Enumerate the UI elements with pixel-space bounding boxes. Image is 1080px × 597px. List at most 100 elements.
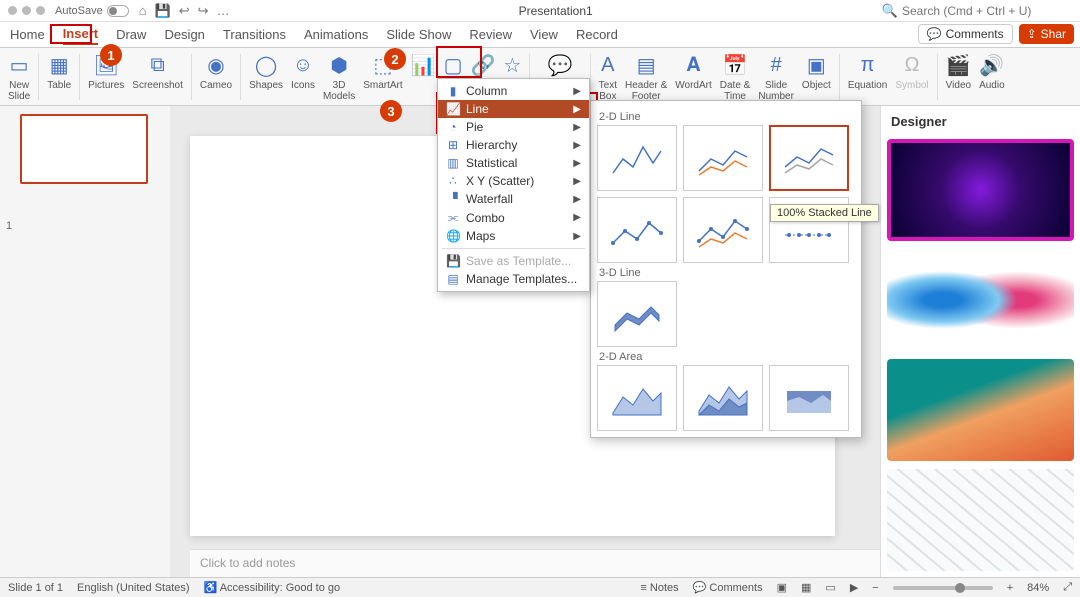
hierarchy-icon: ⊞ xyxy=(446,138,460,152)
chart-thumb-3d-line[interactable] xyxy=(597,281,677,347)
menu-item-scatter[interactable]: ∴X Y (Scatter)▶ xyxy=(438,172,589,190)
tab-view[interactable]: View xyxy=(530,25,558,44)
menu-item-manage-templates[interactable]: ▤Manage Templates... xyxy=(438,270,589,288)
toggle-icon[interactable] xyxy=(107,5,129,17)
equation-button[interactable]: πEquation xyxy=(844,50,891,91)
design-idea-3[interactable] xyxy=(887,359,1074,461)
view-slideshow-icon[interactable]: ▶ xyxy=(850,581,858,594)
share-icon: ⇪ xyxy=(1027,27,1037,41)
textbox-button[interactable]: AText Box xyxy=(595,50,621,102)
menu-item-column[interactable]: ▮Column▶ xyxy=(438,82,589,100)
cameo-icon: ◉ xyxy=(207,50,224,80)
slide-thumbnails-pane[interactable]: 1 xyxy=(0,106,170,577)
annotation-box-1 xyxy=(50,24,92,44)
view-reading-icon[interactable]: ▭ xyxy=(825,581,835,594)
tab-home[interactable]: Home xyxy=(10,25,45,44)
chevron-right-icon: ▶ xyxy=(573,104,581,115)
cameo-button[interactable]: ◉Cameo xyxy=(196,50,236,91)
view-normal-icon[interactable]: ▣ xyxy=(777,581,787,594)
share-button[interactable]: ⇪Shar xyxy=(1019,24,1074,44)
tab-transitions[interactable]: Transitions xyxy=(223,25,286,44)
tab-animations[interactable]: Animations xyxy=(304,25,368,44)
zoom-out-icon[interactable]: − xyxy=(872,582,878,594)
menu-item-save-template: 💾Save as Template... xyxy=(438,252,589,270)
menu-item-statistical[interactable]: ▥Statistical▶ xyxy=(438,154,589,172)
notes-pane[interactable]: Click to add notes xyxy=(190,549,880,577)
tab-slideshow[interactable]: Slide Show xyxy=(386,25,451,44)
chart-thumb-100-stacked-line[interactable] xyxy=(769,125,849,191)
header-footer-button[interactable]: ▤Header & Footer xyxy=(621,50,671,102)
window-controls[interactable] xyxy=(8,6,45,15)
chart-thumb-line[interactable] xyxy=(597,125,677,191)
statistical-icon: ▥ xyxy=(446,156,460,170)
calendar-icon: 📅 xyxy=(723,50,748,80)
zoom-value[interactable]: 84% xyxy=(1027,582,1049,594)
status-language[interactable]: English (United States) xyxy=(77,582,190,594)
fit-icon[interactable]: ⤢ xyxy=(1063,581,1072,594)
comments-button[interactable]: 💬Comments xyxy=(918,24,1013,44)
shapes-button[interactable]: ◯Shapes xyxy=(245,50,287,91)
3d-models-button[interactable]: ⬢3D Models xyxy=(319,50,359,102)
screenshot-button[interactable]: ⧉Screenshot xyxy=(128,50,187,91)
textbox-icon: A xyxy=(601,50,614,80)
chart-thumb-100-stacked-area[interactable] xyxy=(769,365,849,431)
design-idea-2[interactable] xyxy=(887,249,1074,351)
more-icon[interactable]: … xyxy=(217,3,230,19)
status-accessibility[interactable]: ♿ Accessibility: Good to go xyxy=(204,581,341,594)
annotation-badge-1: 1 xyxy=(100,44,122,66)
home-icon[interactable]: ⌂ xyxy=(139,3,147,19)
chart-thumb-stacked-line[interactable] xyxy=(683,125,763,191)
save-icon[interactable]: 💾 xyxy=(155,3,171,19)
slidenumber-button[interactable]: #Slide Number xyxy=(754,50,798,102)
save-icon: 💾 xyxy=(446,254,460,268)
datetime-button[interactable]: 📅Date & Time xyxy=(716,50,755,102)
menu-item-maps[interactable]: 🌐Maps▶ xyxy=(438,227,589,245)
object-button[interactable]: ▣Object xyxy=(798,50,835,91)
redo-icon[interactable]: ↪ xyxy=(198,3,209,19)
design-idea-1[interactable] xyxy=(887,139,1074,241)
table-button[interactable]: ▦Table xyxy=(43,50,75,91)
folder-icon: ▤ xyxy=(446,272,460,286)
chevron-right-icon: ▶ xyxy=(573,176,581,187)
status-notes[interactable]: ≡ Notes xyxy=(640,582,678,594)
chart-thumb-stacked-area[interactable] xyxy=(683,365,763,431)
annotation-badge-2: 2 xyxy=(384,48,406,70)
slide-thumbnail-1[interactable] xyxy=(20,114,148,184)
autosave-toggle[interactable]: AutoSave xyxy=(55,5,129,17)
screenshot-icon: ⧉ xyxy=(150,50,164,80)
annotation-box-2 xyxy=(436,46,482,78)
menu-item-pie[interactable]: ◔Pie▶ xyxy=(438,118,589,136)
symbol-button[interactable]: ΩSymbol xyxy=(891,50,932,91)
quick-access-toolbar[interactable]: ⌂ 💾 ↩ ↪ … xyxy=(139,3,230,19)
tab-record[interactable]: Record xyxy=(576,25,618,44)
search-input[interactable] xyxy=(902,4,1072,18)
zoom-in-icon[interactable]: + xyxy=(1007,582,1013,594)
audio-button[interactable]: 🔊Audio xyxy=(975,50,1009,91)
video-button[interactable]: 🎬Video xyxy=(942,50,975,91)
menu-item-waterfall[interactable]: ▝Waterfall▶ xyxy=(438,190,589,208)
chart-button[interactable]: 📊Chart xyxy=(407,50,440,91)
chart-thumb-area[interactable] xyxy=(597,365,677,431)
zoom-slider[interactable] xyxy=(893,586,993,590)
status-comments[interactable]: 💬 Comments xyxy=(693,581,763,594)
chart-thumb-stacked-line-markers[interactable] xyxy=(683,197,763,263)
star-icon: ☆ xyxy=(503,50,521,80)
tab-draw[interactable]: Draw xyxy=(116,25,146,44)
tab-review[interactable]: Review xyxy=(469,25,512,44)
design-idea-4[interactable] xyxy=(887,469,1074,571)
new-slide-button[interactable]: ▭New Slide xyxy=(4,50,34,102)
section-3d-line: 3-D Line xyxy=(599,267,853,279)
view-sorter-icon[interactable]: ▦ xyxy=(801,581,811,594)
icons-button[interactable]: ☺Icons xyxy=(287,50,319,91)
chart-icon: 📊 xyxy=(411,50,436,80)
menu-item-line[interactable]: 📈Line▶ xyxy=(438,100,589,118)
scatter-icon: ∴ xyxy=(446,174,460,188)
menu-item-combo[interactable]: ⫘Combo▶ xyxy=(438,208,589,227)
tab-design[interactable]: Design xyxy=(164,25,204,44)
undo-icon[interactable]: ↩ xyxy=(179,3,190,19)
menu-item-hierarchy[interactable]: ⊞Hierarchy▶ xyxy=(438,136,589,154)
wordart-button[interactable]: 𝐀WordArt xyxy=(671,50,716,91)
chart-thumb-line-markers[interactable] xyxy=(597,197,677,263)
maps-icon: 🌐 xyxy=(446,229,460,243)
chevron-right-icon: ▶ xyxy=(573,122,581,133)
